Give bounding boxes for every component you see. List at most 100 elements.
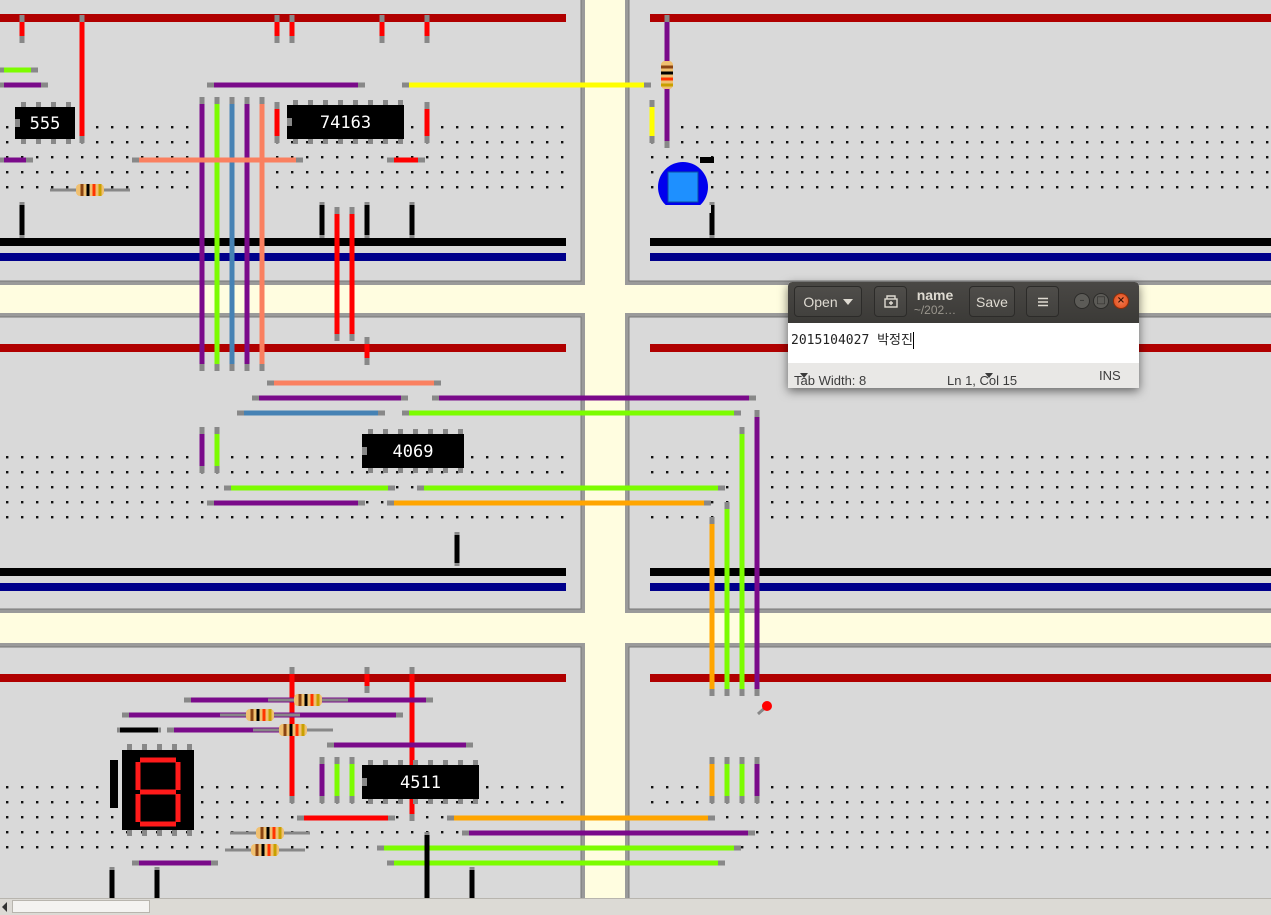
- wire-end: [79, 136, 85, 143]
- ic-pin: [398, 799, 403, 804]
- hole-row: [650, 844, 1271, 852]
- wire-end: [426, 697, 433, 703]
- display-pin: [187, 744, 192, 750]
- insert-mode-label[interactable]: INS: [1099, 368, 1121, 383]
- scroll-left-arrow-icon[interactable]: [2, 902, 7, 912]
- wire-end: [289, 796, 295, 803]
- ic-notch: [362, 778, 367, 786]
- wire-end: [289, 36, 295, 43]
- wire-end: [709, 796, 715, 803]
- power-rail-red: [0, 344, 566, 352]
- ic-pin: [443, 799, 448, 804]
- wire-end: [749, 395, 756, 401]
- wire-end: [167, 727, 174, 733]
- wire-end: [319, 796, 325, 803]
- wire-end: [704, 500, 711, 506]
- ic-pin: [323, 100, 328, 105]
- wire-end: [229, 364, 235, 371]
- resistor-band: [298, 694, 302, 706]
- hole-row: [0, 469, 566, 477]
- hole-row: [650, 124, 1271, 132]
- wire-end: [31, 67, 38, 73]
- ic-pin: [36, 139, 41, 144]
- ic-pin: [383, 760, 388, 765]
- minimize-icon[interactable]: –: [1074, 293, 1090, 309]
- text-area[interactable]: 2015104027 박정진: [788, 323, 1139, 363]
- close-icon[interactable]: ×: [1113, 293, 1129, 309]
- ic-chip: 74163: [287, 100, 404, 144]
- ic-pin: [398, 468, 403, 473]
- ic-pin: [428, 429, 433, 434]
- ground-rail-blue: [0, 583, 566, 591]
- wire-end: [252, 395, 259, 401]
- ic-pin: [368, 760, 373, 765]
- wire-end: [207, 500, 214, 506]
- ic-pin: [51, 102, 56, 107]
- editor-headerbar: Open name ~/202… Save – □ ×: [788, 282, 1139, 323]
- window-title: name ~/202…: [904, 288, 966, 318]
- wire-end: [754, 410, 760, 417]
- ic-pin: [293, 100, 298, 105]
- menu-button[interactable]: [1026, 286, 1059, 317]
- ic-label: 555: [30, 114, 61, 134]
- ic-pin: [428, 468, 433, 473]
- hole-row: [650, 414, 1271, 422]
- ic-pin: [458, 468, 463, 473]
- document-text[interactable]: 2015104027 박정진: [791, 333, 913, 348]
- hole-row: [650, 154, 1271, 162]
- hole-row: [650, 729, 1271, 737]
- display-pin: [142, 744, 147, 750]
- led-lead: [700, 157, 714, 163]
- ic-pin: [398, 100, 403, 105]
- wire-end: [387, 157, 394, 163]
- wire-end: [409, 814, 415, 821]
- wire-end: [718, 485, 725, 491]
- ic-pin: [66, 102, 71, 107]
- display-pin: [142, 830, 147, 836]
- wire-end: [402, 82, 409, 88]
- wire-end: [334, 334, 340, 341]
- wire-end: [739, 689, 745, 696]
- wire-end: [434, 380, 441, 386]
- resistor-band: [301, 724, 305, 736]
- resistor-band: [256, 709, 260, 721]
- document-title: name: [916, 287, 954, 303]
- wire-end: [402, 410, 409, 416]
- resistor-band: [661, 71, 673, 75]
- text-editor-window[interactable]: Open name ~/202… Save – □ × 2015104027 박…: [788, 282, 1139, 388]
- hamburger-menu-icon: [1037, 297, 1048, 306]
- hole-row: [650, 714, 1271, 722]
- hole-row: [650, 84, 1271, 92]
- save-button[interactable]: Save: [969, 286, 1015, 317]
- hole-row: [0, 369, 566, 377]
- hole-row: [0, 124, 566, 132]
- ic-label: 74163: [320, 113, 371, 133]
- wire-end: [358, 500, 365, 506]
- hole-row: [0, 784, 566, 792]
- wire-end: [364, 358, 370, 365]
- resistor-band: [304, 694, 308, 706]
- open-button[interactable]: Open: [794, 286, 862, 317]
- wire-end: [417, 485, 424, 491]
- ic-pin: [458, 429, 463, 434]
- hole-row: [650, 139, 1271, 147]
- ic-chip: 4511: [362, 760, 479, 804]
- ground-rail-blue: [650, 253, 1271, 261]
- ic-label: 4069: [393, 442, 434, 462]
- hole-row: [0, 54, 566, 62]
- new-document-button[interactable]: [874, 286, 907, 317]
- ic-pin: [383, 429, 388, 434]
- wire-end: [199, 427, 205, 434]
- wire-end: [739, 427, 745, 434]
- scrollbar-thumb[interactable]: [12, 900, 150, 913]
- chevron-down-icon: [842, 298, 853, 305]
- wire-end: [0, 157, 4, 163]
- ic-pin: [443, 429, 448, 434]
- hole-row: [0, 759, 566, 767]
- horizontal-scrollbar[interactable]: [0, 898, 1271, 915]
- wire-end: [644, 82, 651, 88]
- ic-pin: [443, 468, 448, 473]
- wire-end: [709, 689, 715, 696]
- hole-row: [0, 799, 566, 807]
- maximize-icon[interactable]: □: [1093, 293, 1109, 309]
